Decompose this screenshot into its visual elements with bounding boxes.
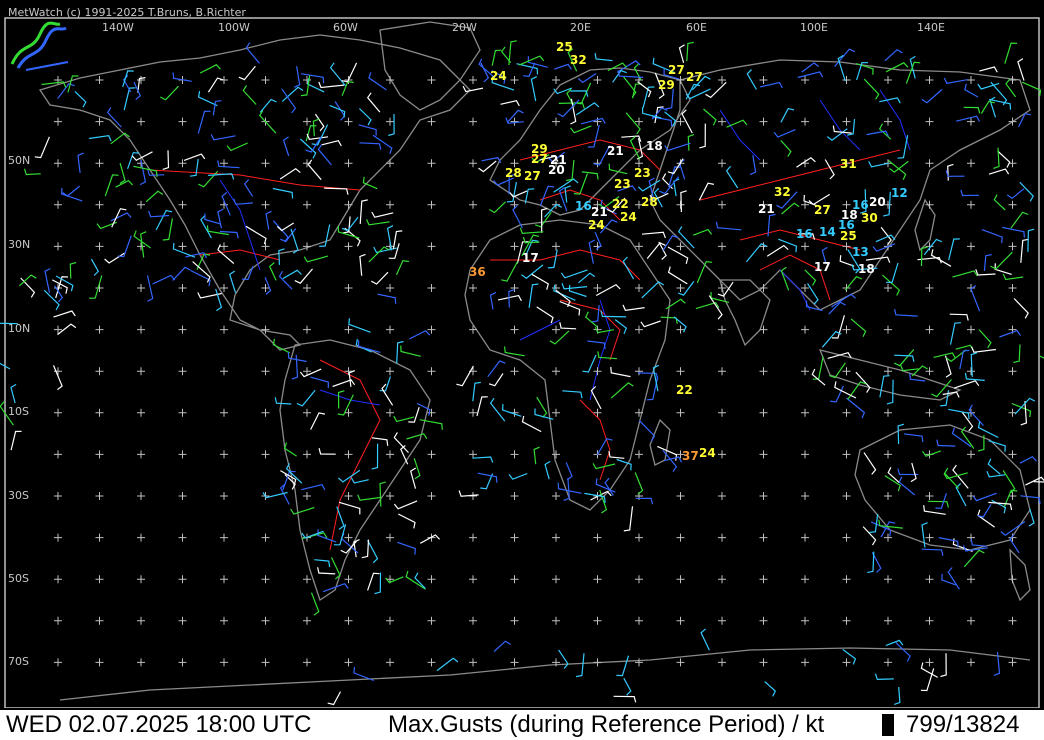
gust-label: 14: [819, 225, 836, 239]
gust-label: 24: [620, 210, 637, 224]
gust-label: 27: [814, 203, 831, 217]
status-separator: [882, 714, 894, 736]
weather-map: MetWatch (c) 1991-2025 T.Bruns, B.Richte…: [0, 0, 1044, 708]
gust-label: 21: [591, 205, 608, 219]
gust-label: 24: [490, 69, 507, 83]
copyright-text: MetWatch (c) 1991-2025 T.Bruns, B.Richte…: [8, 6, 246, 19]
gust-label: 23: [614, 177, 631, 191]
lon-label: 20W: [452, 21, 477, 34]
parameter-title: Max.Gusts (during Reference Period) / kt: [388, 711, 825, 738]
gust-label: 28: [505, 166, 522, 180]
gust-label: 29: [658, 78, 675, 92]
lat-label: 70S: [8, 655, 29, 668]
gust-label: 16: [575, 199, 592, 213]
gust-label: 25: [840, 229, 857, 243]
lon-label: 60W: [333, 21, 358, 34]
lon-label: 140W: [102, 21, 134, 34]
gust-label: 20: [548, 163, 565, 177]
lat-label: 50N: [8, 154, 30, 167]
gust-label: 30: [861, 211, 878, 225]
lon-label: 20E: [570, 21, 591, 34]
gust-label: 32: [774, 185, 791, 199]
gust-label: 27: [686, 70, 703, 84]
gust-label: 27: [668, 63, 685, 77]
gust-label: 23: [634, 166, 651, 180]
gust-label: 22: [612, 197, 629, 211]
gust-label: 18: [646, 139, 663, 153]
gust-label: 25: [556, 40, 573, 54]
gust-label: 22: [676, 383, 693, 397]
gust-label: 32: [570, 53, 587, 67]
gust-label: 36: [469, 265, 486, 279]
gust-label: 17: [522, 251, 539, 265]
lat-label: 30N: [8, 238, 30, 251]
station-count: 799/13824: [906, 711, 1020, 738]
gust-label: 13: [852, 245, 869, 259]
gust-label: 18: [858, 262, 875, 276]
gust-label: 17: [814, 260, 831, 274]
gust-label: 24: [699, 446, 716, 460]
gust-label: 37: [682, 449, 699, 463]
gust-label: 20: [869, 195, 886, 209]
gust-label: 12: [891, 186, 908, 200]
gust-label: 16: [796, 227, 813, 241]
gust-label: 21: [758, 202, 775, 216]
lon-label: 140E: [917, 21, 945, 34]
gust-label: 28: [641, 195, 658, 209]
gust-label: 31: [840, 157, 857, 171]
status-bar: WED 02.07.2025 18:00 UTC Max.Gusts (duri…: [0, 708, 1044, 740]
gust-label: 21: [607, 144, 624, 158]
datetime-label: WED 02.07.2025 18:00 UTC: [6, 711, 312, 738]
gust-label: 27: [524, 169, 541, 183]
lat-label: 30S: [8, 489, 29, 502]
lon-label: 100W: [218, 21, 250, 34]
gust-label: 16: [852, 198, 869, 212]
lat-label: 10S: [8, 405, 29, 418]
gust-label: 24: [588, 218, 605, 232]
lat-label: 50S: [8, 572, 29, 585]
gust-label: 27: [531, 152, 548, 166]
lon-label: 100E: [800, 21, 828, 34]
lon-label: 60E: [686, 21, 707, 34]
